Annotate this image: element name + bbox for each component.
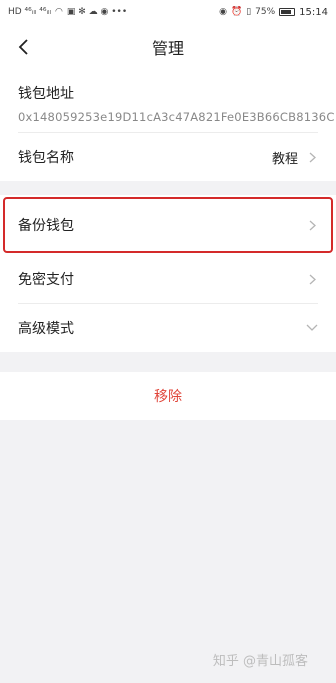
notification-icons: ▣ ✻ ☁ ◉ ••• xyxy=(66,7,128,17)
chevron-down-icon xyxy=(306,322,318,334)
network-status-text: HD ⁴⁶ᵢₗₗ ⁴⁶ᵢₗₗ xyxy=(8,7,52,17)
password-free-payment-label: 免密支付 xyxy=(18,272,74,288)
navigation-bar: 管理 xyxy=(0,24,336,70)
eye-icon: ◉ xyxy=(219,7,227,17)
wallet-address-row[interactable]: 钱包地址 0x148059253e19D11cA3c47A821Fe0E3B66… xyxy=(0,70,336,132)
wallet-name-value: 教程 xyxy=(271,151,298,167)
wallet-address-value: 0x148059253e19D11cA3c47A821Fe0E3B66CB813… xyxy=(18,109,335,124)
battery-icon xyxy=(279,8,296,16)
back-button[interactable] xyxy=(10,33,38,61)
remove-wallet-button[interactable]: 移除 xyxy=(0,372,336,420)
battery-percent: 75% xyxy=(255,7,276,17)
wifi-icon: ◠ xyxy=(55,7,63,17)
wallet-name-row[interactable]: 钱包名称 教程 xyxy=(0,133,336,181)
password-free-payment-row[interactable]: 免密支付 xyxy=(0,255,336,303)
chevron-right-icon xyxy=(306,151,318,163)
backup-wallet-row[interactable]: 备份钱包 xyxy=(0,195,336,255)
backup-wallet-label: 备份钱包 xyxy=(18,218,74,234)
status-bar: HD ⁴⁶ᵢₗₗ ⁴⁶ᵢₗₗ ◠ ▣ ✻ ☁ ◉ ••• ◉ ⏰ ▯ 75% 1… xyxy=(0,0,336,24)
watermark: 知乎 @青山孤客 xyxy=(212,654,308,669)
advanced-mode-row[interactable]: 高级模式 xyxy=(0,304,336,352)
alarm-icon: ⏰ xyxy=(230,7,243,17)
wallet-actions-card: 备份钱包 免密支付 高级模式 xyxy=(0,195,336,352)
page-title: 管理 xyxy=(151,39,184,58)
wallet-info-card: 钱包地址 0x148059253e19D11cA3c47A821Fe0E3B66… xyxy=(0,70,336,181)
wallet-address-label: 钱包地址 xyxy=(18,85,74,102)
chevron-right-icon xyxy=(306,219,318,231)
wallet-name-label: 钱包名称 xyxy=(18,150,74,166)
chevron-right-icon xyxy=(306,273,318,285)
clock: 15:14 xyxy=(299,6,328,18)
advanced-mode-label: 高级模式 xyxy=(18,321,74,337)
vibrate-icon: ▯ xyxy=(246,7,252,17)
back-arrow-icon xyxy=(18,39,28,55)
